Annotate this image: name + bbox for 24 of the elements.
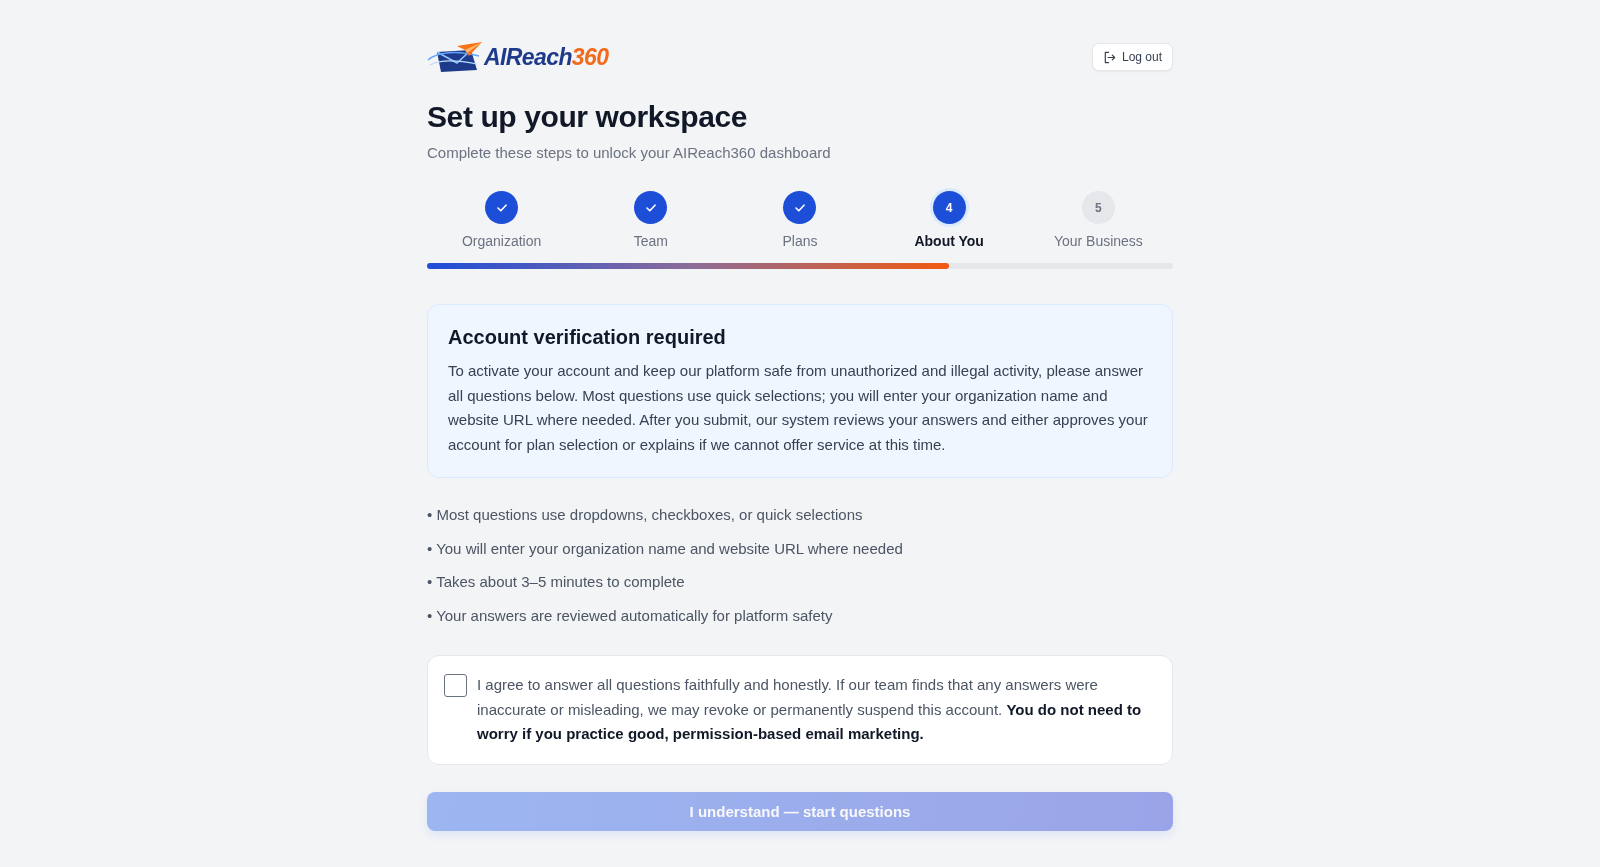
step-circle: 4: [932, 191, 966, 224]
step-label: Organization: [461, 232, 542, 250]
bullet-text: • Most questions use dropdowns, checkboxes, or quick selections: [427, 505, 864, 525]
bullet-text: • You will enter your organization name and website URL where needed: [427, 538, 904, 559]
notice-title: Account verification required: [448, 325, 727, 349]
bullet-text: • Your answers are reviewed automatically for platform safety: [427, 606, 834, 627]
step-label: About You: [914, 232, 984, 250]
page-subtitle: Complete these steps to unlock your AIReach360 dashboard: [427, 143, 832, 163]
step-label: Plans: [782, 232, 818, 250]
check-icon: [496, 203, 507, 212]
envelope-plane-logo-icon: [427, 42, 483, 72]
bullet-text: • Takes about 3–5 minutes to complete: [427, 572, 686, 593]
step-label: Your Business: [1053, 232, 1143, 250]
step-circle: 5: [1081, 191, 1115, 224]
page-title: Set up your workspace: [427, 99, 749, 135]
notice-text: To activate your account and keep our platform safe from unauthorized and illegal activity, please answer all questions below. Most questions use quick selections; you will enter your organization name and website URL where needed. After you submit, our system reviews your answers and either approves your account for plan selection or explains if we cannot offer service at this time.: [448, 361, 1149, 455]
check-icon: [795, 203, 805, 212]
check-icon: [645, 203, 656, 212]
logo-wordmark: AIReach360: [484, 43, 609, 71]
log-out-button[interactable]: Log out: [1091, 43, 1173, 71]
agree-checkbox[interactable]: [444, 674, 467, 698]
step-label: Team: [633, 232, 668, 250]
log-out-icon: [1102, 50, 1116, 64]
consent-text: I agree to answer all questions faithfully and honestly. If our team finds that any answers were inaccurate or misleading, we may revoke or permanently suspend this account. You do not need to worry if you practice good, permission-based email marketing.: [477, 675, 1143, 745]
